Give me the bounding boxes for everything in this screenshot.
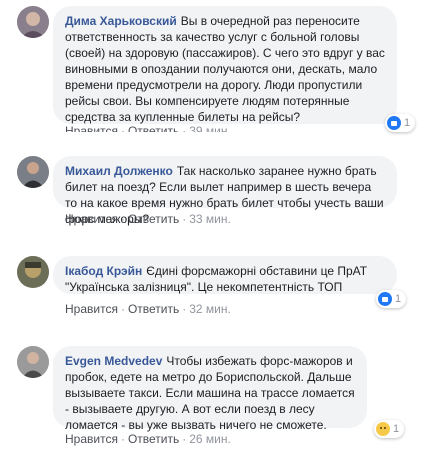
avatar[interactable] bbox=[17, 6, 49, 38]
like-link[interactable]: Нравится bbox=[65, 432, 118, 446]
reaction-count: 1 bbox=[395, 293, 402, 305]
comment-bubble: Михаил Долженко Так насколько заранее нуж… bbox=[53, 156, 397, 226]
comment: Михаил Долженко Так насколько заранее нуж… bbox=[0, 150, 430, 230]
comment-author[interactable]: Ікабод Крэйн bbox=[65, 264, 142, 278]
like-icon bbox=[387, 116, 401, 130]
reaction-count: 1 bbox=[404, 117, 411, 129]
comment-time[interactable]: 33 мин. bbox=[189, 212, 231, 226]
reaction-count: 1 bbox=[393, 423, 400, 435]
comment: Evgen Medvedev Чтобы избежать форс-мажоро… bbox=[0, 340, 430, 456]
reply-link[interactable]: Ответить bbox=[128, 212, 179, 226]
like-link[interactable]: Нравится bbox=[65, 302, 118, 316]
comment-bubble: Evgen Medvedev Чтобы избежать форс-мажоро… bbox=[53, 346, 367, 432]
reply-link[interactable]: Ответить bbox=[128, 124, 179, 132]
comment-time[interactable]: 39 мин. bbox=[189, 124, 231, 132]
avatar[interactable] bbox=[17, 256, 49, 288]
comment-actions: Нравится · Ответить · 33 мин. bbox=[65, 212, 231, 226]
comment-time[interactable]: 32 мин. bbox=[189, 302, 231, 316]
comment: Дима Харьковский Вы в очередной раз перен… bbox=[0, 0, 430, 136]
like-link[interactable]: Нравится bbox=[65, 212, 118, 226]
reply-link[interactable]: Ответить bbox=[128, 432, 179, 446]
comment-actions: Нравится · Ответить · 26 мин. bbox=[65, 432, 231, 446]
reaction-badge[interactable]: 1 bbox=[376, 290, 407, 308]
sad-icon bbox=[376, 422, 390, 436]
reply-link[interactable]: Ответить bbox=[128, 302, 179, 316]
comment-bubble: Дима Харьковский Вы в очередной раз перен… bbox=[53, 6, 397, 124]
reaction-badge[interactable]: 1 bbox=[374, 420, 405, 438]
comment-author[interactable]: Evgen Medvedev bbox=[65, 354, 162, 368]
comment-author[interactable]: Михаил Долженко bbox=[65, 164, 173, 178]
comment: Ікабод Крэйн Єдині форсмажорні обставини … bbox=[0, 252, 430, 320]
comment-bubble: Ікабод Крэйн Єдині форсмажорні обставини … bbox=[53, 256, 397, 294]
comment-author[interactable]: Дима Харьковский bbox=[65, 14, 177, 28]
avatar[interactable] bbox=[17, 156, 49, 188]
like-icon bbox=[378, 292, 392, 306]
comment-text: Вы в очередной раз переносите ответствен… bbox=[65, 14, 385, 124]
comment-actions: Нравится · Ответить · 32 мин. bbox=[65, 302, 231, 316]
avatar[interactable] bbox=[17, 346, 49, 378]
reaction-badge[interactable]: 1 bbox=[385, 114, 416, 132]
like-link[interactable]: Нравится bbox=[65, 124, 118, 132]
comment-time[interactable]: 26 мин. bbox=[189, 432, 231, 446]
comment-actions: Нравится · Ответить · 39 мин. bbox=[65, 124, 231, 132]
